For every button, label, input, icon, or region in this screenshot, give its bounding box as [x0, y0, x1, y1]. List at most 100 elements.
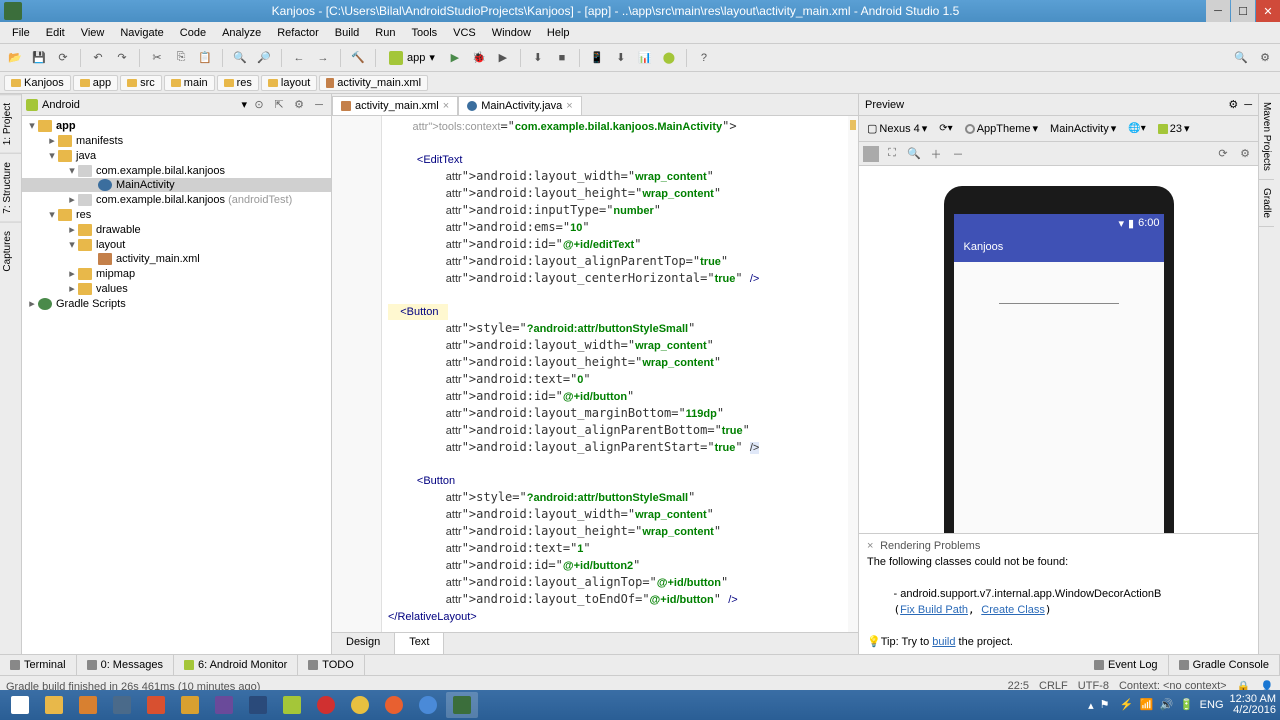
menu-navigate[interactable]: Navigate: [112, 25, 171, 41]
close-button[interactable]: ✕: [1256, 0, 1280, 22]
tab-messages[interactable]: 0: Messages: [77, 655, 174, 675]
crumb-src[interactable]: src: [120, 75, 162, 91]
tray-expand-icon[interactable]: ▴: [1088, 699, 1094, 712]
tree-main-activity[interactable]: MainActivity: [22, 178, 331, 192]
tree-mipmap[interactable]: ▸mipmap: [22, 266, 331, 281]
refresh-icon[interactable]: ⟳: [1214, 145, 1232, 163]
close-tab-icon[interactable]: ×: [566, 100, 572, 112]
tab-design[interactable]: Design: [332, 633, 395, 654]
menu-code[interactable]: Code: [172, 25, 214, 41]
task-app4[interactable]: [174, 692, 206, 718]
scroll-from-source-icon[interactable]: ⊙: [251, 97, 267, 113]
task-opera[interactable]: [310, 692, 342, 718]
gear-icon[interactable]: ⚙: [291, 97, 307, 113]
create-class-link[interactable]: Create Class: [981, 604, 1045, 616]
tab-text[interactable]: Text: [395, 633, 444, 654]
zoom-out-icon[interactable]: －: [949, 145, 967, 163]
maximize-button[interactable]: ☐: [1231, 0, 1255, 22]
attach-debugger-icon[interactable]: ⬇: [527, 47, 549, 69]
zoom-in-icon[interactable]: ＋: [927, 145, 945, 163]
replace-icon[interactable]: 🔎: [253, 47, 275, 69]
run-config-selector[interactable]: app ▾: [382, 48, 442, 68]
menu-window[interactable]: Window: [484, 25, 539, 41]
minimize-button[interactable]: ─: [1206, 0, 1230, 22]
save-icon[interactable]: 💾: [28, 47, 50, 69]
menu-view[interactable]: View: [73, 25, 113, 41]
crumb-main[interactable]: main: [164, 75, 215, 91]
fix-build-path-link[interactable]: Fix Build Path: [900, 604, 968, 616]
settings-icon[interactable]: ⚙: [1254, 47, 1276, 69]
tab-main-activity[interactable]: MainActivity.java×: [458, 96, 582, 115]
task-ps[interactable]: [242, 692, 274, 718]
tab-captures[interactable]: Captures: [0, 222, 21, 280]
task-app1[interactable]: [72, 692, 104, 718]
stop-icon[interactable]: ■: [551, 47, 573, 69]
redo-icon[interactable]: ↷: [111, 47, 133, 69]
date[interactable]: 4/2/2016: [1230, 705, 1276, 716]
undo-icon[interactable]: ↶: [87, 47, 109, 69]
open-icon[interactable]: 📂: [4, 47, 26, 69]
help-icon[interactable]: ?: [693, 47, 715, 69]
tab-maven[interactable]: Maven Projects: [1259, 94, 1274, 180]
sdk-icon[interactable]: ⬇: [610, 47, 632, 69]
back-icon[interactable]: ←: [288, 47, 310, 69]
theme-selector[interactable]: AppTheme▾: [961, 120, 1042, 137]
project-tree[interactable]: ▾app ▸manifests ▾java ▾com.example.bilal…: [22, 116, 331, 654]
cut-icon[interactable]: ✂: [146, 47, 168, 69]
tab-activity-xml[interactable]: activity_main.xml×: [332, 96, 458, 115]
gear-icon[interactable]: ⚙: [1228, 98, 1238, 111]
android-robot-icon[interactable]: ⬤: [658, 47, 680, 69]
menu-file[interactable]: File: [4, 25, 38, 41]
copy-icon[interactable]: ⎘: [170, 47, 192, 69]
editor-gutter[interactable]: [332, 116, 382, 632]
start-button[interactable]: [4, 692, 36, 718]
collapse-icon[interactable]: ⇱: [271, 97, 287, 113]
tree-app[interactable]: ▾app: [22, 118, 331, 133]
crumb-res[interactable]: res: [217, 75, 259, 91]
task-vs[interactable]: [208, 692, 240, 718]
tree-java[interactable]: ▾java: [22, 148, 331, 163]
ddms-icon[interactable]: 📊: [634, 47, 656, 69]
device-selector[interactable]: ▢Nexus 4▾: [863, 120, 931, 137]
close-tab-icon[interactable]: ×: [443, 100, 449, 112]
tree-activity-xml[interactable]: activity_main.xml: [22, 252, 331, 266]
close-icon[interactable]: ×: [867, 540, 873, 552]
hide-icon[interactable]: ─: [1244, 99, 1252, 111]
tree-layout[interactable]: ▾layout: [22, 237, 331, 252]
menu-edit[interactable]: Edit: [38, 25, 73, 41]
crumb-layout[interactable]: layout: [261, 75, 317, 91]
build-link[interactable]: build: [932, 636, 955, 648]
tree-values[interactable]: ▸values: [22, 281, 331, 296]
tray-icon[interactable]: ⚡: [1120, 698, 1134, 712]
tray-icon[interactable]: ⚑: [1100, 698, 1114, 712]
tab-todo[interactable]: TODO: [298, 655, 365, 675]
volume-icon[interactable]: 🔊: [1160, 698, 1174, 712]
debug-icon[interactable]: 🐞: [468, 47, 490, 69]
task-android-studio[interactable]: [446, 692, 478, 718]
menu-refactor[interactable]: Refactor: [269, 25, 327, 41]
task-app3[interactable]: [140, 692, 172, 718]
locale-icon[interactable]: 🌐▾: [1124, 121, 1149, 136]
tree-res[interactable]: ▾res: [22, 207, 331, 222]
zoom-actual-icon[interactable]: 🔍: [905, 145, 923, 163]
tab-terminal[interactable]: Terminal: [0, 655, 77, 675]
preview-canvas[interactable]: ▾ ▮ 6:00 Kanjoos 0 1 ↖: [859, 166, 1258, 533]
menu-tools[interactable]: Tools: [403, 25, 445, 41]
tab-gradle[interactable]: Gradle: [1259, 180, 1274, 227]
task-chrome2[interactable]: [412, 692, 444, 718]
menu-run[interactable]: Run: [367, 25, 403, 41]
language-indicator[interactable]: ENG: [1200, 699, 1224, 711]
api-selector[interactable]: 23▾: [1154, 120, 1194, 137]
menu-help[interactable]: Help: [539, 25, 578, 41]
paste-icon[interactable]: 📋: [194, 47, 216, 69]
task-explorer[interactable]: [38, 692, 70, 718]
project-view-selector[interactable]: Android: [42, 99, 237, 111]
task-firefox[interactable]: [378, 692, 410, 718]
run-icon[interactable]: ▶: [444, 47, 466, 69]
tree-package[interactable]: ▾com.example.bilal.kanjoos: [22, 163, 331, 178]
activity-selector[interactable]: MainActivity▾: [1046, 120, 1120, 137]
tree-manifests[interactable]: ▸manifests: [22, 133, 331, 148]
hide-icon[interactable]: ─: [311, 97, 327, 113]
crumb-file[interactable]: activity_main.xml: [319, 75, 428, 91]
menu-analyze[interactable]: Analyze: [214, 25, 269, 41]
